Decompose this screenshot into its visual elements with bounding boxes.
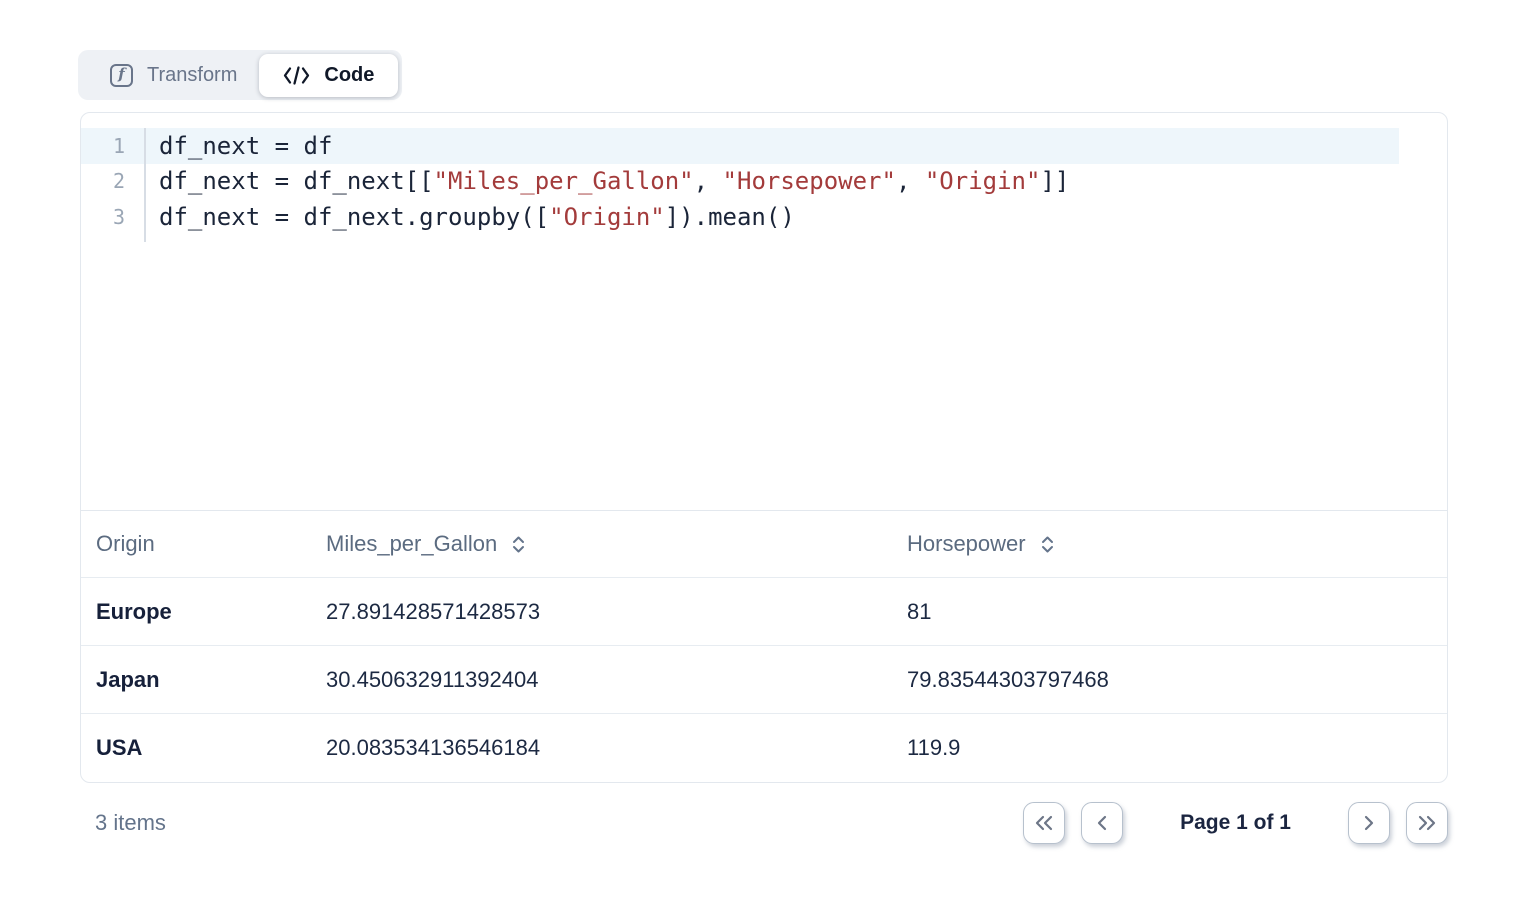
table-cell: 27.891428571428573 [326,599,907,625]
line-number: 3 [81,205,144,229]
table-footer: 3 items Page 1 of 1 [80,802,1448,844]
first-page-button[interactable] [1023,802,1065,844]
column-header-origin: Origin [81,531,326,557]
gutter-divider [144,128,146,242]
sort-icon [1039,534,1056,555]
column-header-horsepower[interactable]: Horsepower [907,531,1447,557]
table-row: USA20.083534136546184119.9 [81,714,1447,782]
table-cell: Japan [81,667,326,693]
double-chevron-left-icon [1034,815,1054,831]
code-lines: 1df_next = df2df_next = df_next[["Miles_… [81,128,1447,235]
previous-page-button[interactable] [1081,802,1123,844]
tab-code-label: Code [324,64,374,87]
table-cell: USA [81,735,326,761]
view-mode-tabbar: f Transform Code [78,50,402,100]
column-header-miles_per_gallon[interactable]: Miles_per_Gallon [326,531,907,557]
last-page-button[interactable] [1406,802,1448,844]
table-cell: 79.83544303797468 [907,667,1447,693]
code-editor[interactable]: 1df_next = df2df_next = df_next[["Miles_… [81,113,1447,511]
code-text: df_next = df [144,132,332,160]
table-cell: 30.450632911392404 [326,667,907,693]
next-page-button[interactable] [1348,802,1390,844]
chevron-right-icon [1363,815,1375,831]
code-text: df_next = df_next[["Miles_per_Gallon", "… [144,167,1069,195]
column-header-label: Origin [96,531,155,557]
table-header-row: Origin Miles_per_Gallon Horsepower [81,511,1447,578]
table-body: Europe27.89142857142857381Japan30.450632… [81,578,1447,782]
code-icon [283,66,310,85]
code-line[interactable]: 1df_next = df [81,128,1399,164]
column-header-label: Horsepower [907,531,1026,557]
table-cell: Europe [81,599,326,625]
function-icon: f [110,64,133,87]
code-line[interactable]: 2df_next = df_next[["Miles_per_Gallon", … [81,164,1399,200]
double-chevron-right-icon [1417,815,1437,831]
table-row: Japan30.45063291139240479.83544303797468 [81,646,1447,714]
table-row: Europe27.89142857142857381 [81,578,1447,646]
code-line[interactable]: 3df_next = df_next.groupby(["Origin"]).m… [81,199,1399,235]
tab-transform[interactable]: f Transform [78,64,259,87]
table-cell: 81 [907,599,1447,625]
tab-transform-label: Transform [147,64,237,87]
sort-icon [510,534,527,555]
line-number: 1 [81,134,144,158]
column-header-label: Miles_per_Gallon [326,531,497,557]
code-text: df_next = df_next.groupby(["Origin"]).me… [144,203,795,231]
table-cell: 119.9 [907,735,1447,761]
line-number: 2 [81,169,144,193]
table-cell: 20.083534136546184 [326,735,907,761]
chevron-left-icon [1096,815,1108,831]
page-indicator: Page 1 of 1 [1180,811,1291,835]
code-and-table-panel: 1df_next = df2df_next = df_next[["Miles_… [80,112,1448,783]
items-count: 3 items [80,810,166,836]
tab-code[interactable]: Code [259,54,398,97]
pagination: Page 1 of 1 [1023,802,1448,844]
